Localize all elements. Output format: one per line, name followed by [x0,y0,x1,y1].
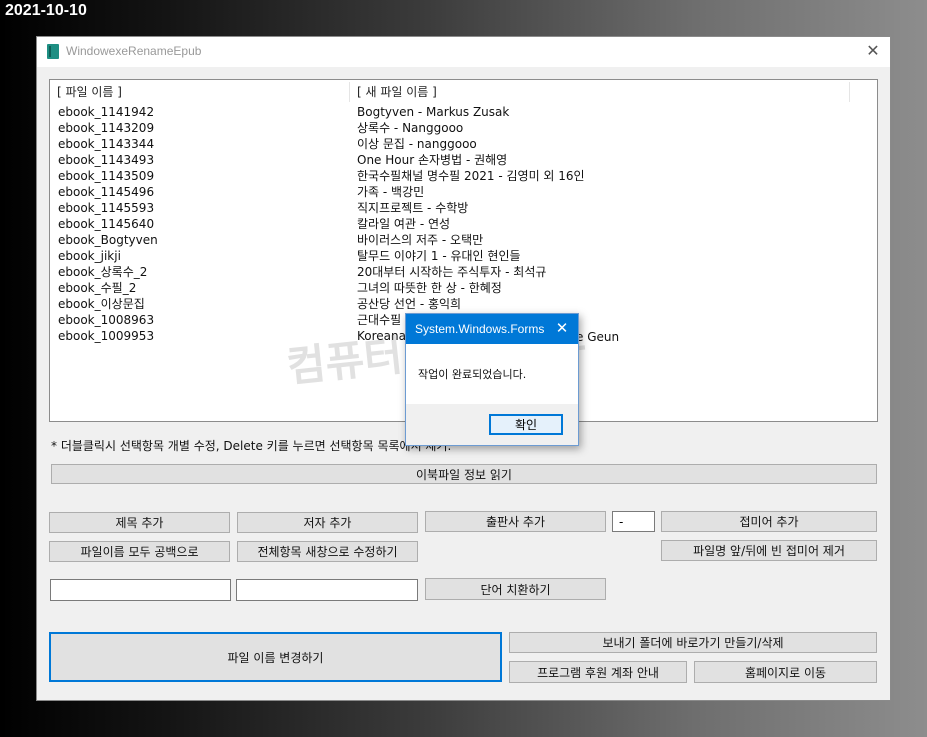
blank-filenames-button[interactable]: 파일이름 모두 공백으로 [49,541,230,562]
list-item[interactable]: ebook_수필_2 그녀의 따뜻한 한 상 - 한혜정 [50,280,877,296]
add-title-button[interactable]: 제목 추가 [49,512,230,533]
list-item[interactable]: ebook_1143344 이상 문집 - nanggooo [50,136,877,152]
partial-cell-text: e Geun [576,330,620,344]
homepage-button[interactable]: 홈페이지로 이동 [694,661,877,683]
list-item[interactable]: ebook_이상문집 공산당 선언 - 홍익희 [50,296,877,312]
list-item-new-filename: 20대부터 시작하는 주식투자 - 최석규 [357,265,547,279]
list-item-new-filename: Koreana [357,329,406,343]
list-item[interactable]: ebook_1141942 Bogtyven - Markus Zusak [50,104,877,120]
list-item-filename: ebook_상록수_2 [58,265,148,279]
list-item-filename: ebook_1145640 [58,217,155,231]
list-item-new-filename: Bogtyven - Markus Zusak [357,105,510,119]
list-item-new-filename: 직지프로젝트 - 수학방 [357,201,469,215]
dialog-close-icon[interactable]: ✕ [552,318,572,338]
list-item-new-filename: 그녀의 따뜻한 한 상 - 한혜정 [357,281,502,295]
sendto-shortcut-button[interactable]: 보내기 폴더에 바로가기 만들기/삭제 [509,632,877,653]
add-author-button[interactable]: 저자 추가 [237,512,418,533]
list-item-new-filename: 칼라일 여관 - 연성 [357,217,451,231]
add-publisher-button[interactable]: 출판사 추가 [425,511,606,532]
list-item-new-filename: 탈무드 이야기 1 - 유대인 현인들 [357,249,521,263]
list-item-new-filename: 상록수 - Nanggooo [357,121,464,135]
list-item-filename: ebook_1143493 [58,153,155,167]
list-item-new-filename: 이상 문집 - nanggooo [357,137,477,151]
list-item-filename: ebook_Bogtyven [58,233,158,247]
dialog-ok-button[interactable]: 확인 [489,414,563,435]
donation-info-button[interactable]: 프로그램 후원 계좌 안내 [509,661,687,683]
list-item[interactable]: ebook_1143209 상록수 - Nanggooo [50,120,877,136]
list-item[interactable]: ebook_1145640 칼라일 여관 - 연성 [50,216,877,232]
list-item-new-filename: 공산당 선언 - 홍익희 [357,297,462,311]
list-item-filename: ebook_1141942 [58,105,155,119]
list-item-new-filename: 바이러스의 저주 - 오택만 [357,233,484,247]
dialog-body: 작업이 완료되었습니다. [406,344,578,404]
book-icon [47,44,59,59]
list-item-new-filename: One Hour 손자병법 - 권해영 [357,153,508,167]
replace-text-input[interactable] [236,579,418,601]
separator-input[interactable]: - [612,511,655,532]
column-header-new-filename[interactable]: [ 새 파일 이름 ] [350,82,850,102]
column-header-filename[interactable]: [ 파일 이름 ] [50,82,350,102]
list-item[interactable]: ebook_jikji 탈무드 이야기 1 - 유대인 현인들 [50,248,877,264]
list-item-filename: ebook_1008963 [58,313,155,327]
list-item-filename: ebook_수필_2 [58,281,137,295]
list-item-new-filename: 가족 - 백강민 [357,185,425,199]
edit-all-new-window-button[interactable]: 전체항목 새창으로 수정하기 [237,541,418,562]
list-item-filename: ebook_1145593 [58,201,155,215]
dialog-title: System.Windows.Forms [415,322,545,336]
list-item-filename: ebook_1145496 [58,185,155,199]
message-dialog: System.Windows.Forms ✕ 작업이 완료되었습니다. 확인 [405,313,579,446]
rename-files-button[interactable]: 파일 이름 변경하기 [49,632,502,682]
read-ebook-info-button[interactable]: 이북파일 정보 읽기 [51,464,877,484]
list-item-filename: ebook_1143344 [58,137,155,151]
list-item[interactable]: ebook_1145593 직지프로젝트 - 수학방 [50,200,877,216]
window-title: WindowexeRenameEpub [66,44,202,58]
list-item-new-filename: 근대수필 [357,313,402,327]
list-item-filename: ebook_1143209 [58,121,155,135]
close-icon[interactable]: ✕ [862,40,884,62]
list-item[interactable]: ebook_상록수_2 20대부터 시작하는 주식투자 - 최석규 [50,264,877,280]
usage-hint: * 더블클릭시 선택항목 개별 수정, Delete 키를 누르면 선택항목 목… [51,439,452,453]
dialog-message: 작업이 완료되었습니다. [418,368,527,381]
list-item-filename: ebook_이상문집 [58,297,145,311]
date-stamp: 2021-10-10 [5,2,87,19]
add-suffix-button[interactable]: 접미어 추가 [661,511,877,532]
replace-word-button[interactable]: 단어 치환하기 [425,578,606,600]
list-item[interactable]: ebook_Bogtyven 바이러스의 저주 - 오택만 [50,232,877,248]
list-item[interactable]: ebook_1143509 한국수필채널 명수필 2021 - 김영미 외 16인 [50,168,877,184]
list-item[interactable]: ebook_1143493 One Hour 손자병법 - 권해영 [50,152,877,168]
list-item[interactable]: ebook_1145496 가족 - 백강민 [50,184,877,200]
list-item-filename: ebook_jikji [58,249,121,263]
dialog-title-bar[interactable]: System.Windows.Forms ✕ [406,314,578,344]
list-item-new-filename: 한국수필채널 명수필 2021 - 김영미 외 16인 [357,169,585,183]
title-bar[interactable]: WindowexeRenameEpub ✕ [37,37,890,67]
find-text-input[interactable] [50,579,231,601]
remove-blank-affix-button[interactable]: 파일명 앞/뒤에 빈 접미어 제거 [661,540,877,561]
list-item-filename: ebook_1009953 [58,329,155,343]
list-item-filename: ebook_1143509 [58,169,155,183]
